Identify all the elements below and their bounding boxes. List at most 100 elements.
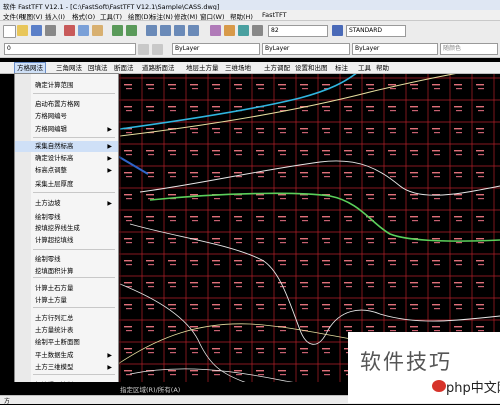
zoom-window-icon[interactable] <box>174 25 185 36</box>
menu-item[interactable]: FastTFT <box>262 11 287 19</box>
cut-icon[interactable] <box>64 25 75 36</box>
help-icon[interactable] <box>252 25 263 36</box>
elevation-mark <box>236 198 242 200</box>
app-menu-item[interactable]: 三角网法 <box>54 63 84 73</box>
menu-item[interactable]: 插入(I) <box>45 11 65 21</box>
elevation-mark <box>278 216 286 218</box>
elevation-mark <box>192 220 198 222</box>
color-select[interactable]: ByLayer <box>172 43 260 55</box>
app-menu-item[interactable]: 三维场地 <box>223 63 253 73</box>
tool-palette-icon[interactable] <box>238 25 249 36</box>
dropdown-item[interactable]: 土方边坡 ▶ <box>15 198 118 209</box>
app-menu-item[interactable]: 断面法 <box>112 63 136 73</box>
elevation-mark <box>148 242 154 244</box>
layer-previous-icon[interactable] <box>152 44 163 55</box>
dropdown-item[interactable]: 平土数据生成 ▶ <box>15 350 118 361</box>
dropdown-item[interactable]: 方格网编号 <box>15 111 118 122</box>
dropdown-item[interactable]: 绘制平土断面图 <box>15 337 118 348</box>
dropdown-item[interactable]: 绘制零线 <box>15 212 118 223</box>
app-menu-item[interactable]: 设置和出图 <box>293 63 330 73</box>
text-style-value: STANDARD <box>349 27 383 34</box>
paste-icon[interactable] <box>92 25 103 36</box>
app-menu-item[interactable]: 工具 <box>356 63 373 73</box>
new-file-icon[interactable] <box>3 25 16 38</box>
dim-style-select[interactable]: 82 <box>268 25 328 37</box>
menu-separator <box>33 277 115 278</box>
elevation-mark <box>388 282 396 284</box>
layer-select[interactable]: 0 <box>4 43 136 55</box>
undo-icon[interactable] <box>112 25 123 36</box>
app-menu-item[interactable]: 标注 <box>333 63 350 73</box>
app-menu-item[interactable]: 地层土方量 <box>184 63 221 73</box>
plotstyle-select[interactable]: 随颜色 <box>440 43 498 55</box>
elevation-mark <box>434 176 440 178</box>
menu-item[interactable]: 修改(M) <box>174 11 198 21</box>
zoom-icon[interactable] <box>160 25 171 36</box>
elevation-mark <box>236 264 242 266</box>
elevation-mark <box>192 88 198 90</box>
linetype-select[interactable]: ByLayer <box>262 43 350 55</box>
app-menu-item[interactable]: 帮助 <box>374 63 391 73</box>
text-style-select[interactable]: STANDARD <box>346 25 406 37</box>
elevation-mark <box>478 308 484 310</box>
grid-method-dropdown: 确定计算范围 启动布置方格网 方格网编号方格网编辑 ▶ 采集自然标高 ▶ 确定设计标高 ▶ 标高… <box>14 73 119 397</box>
dropdown-item[interactable]: 确定计算范围 <box>15 80 118 91</box>
menu-item[interactable]: 帮助(H) <box>230 11 253 21</box>
dropdown-item[interactable]: 方格网编辑 ▶ <box>15 124 118 135</box>
dropdown-item[interactable]: 计算土石方量 <box>15 283 118 294</box>
lineweight-select[interactable]: ByLayer <box>352 43 438 55</box>
app-menu-item[interactable]: 回填法 <box>86 63 110 73</box>
layer-manager-icon[interactable] <box>138 44 149 55</box>
elevation-mark <box>146 282 154 284</box>
elevation-mark <box>192 132 198 134</box>
dropdown-item[interactable]: 采集自然标高 ▶ <box>15 141 118 152</box>
menu-item[interactable]: 标注(N) <box>150 11 173 21</box>
elevation-mark <box>410 194 418 196</box>
dropdown-item-label: 土方三维模型 <box>35 363 74 371</box>
dropdown-item[interactable]: 按填挖界线生成 <box>15 223 118 234</box>
dropdown-item[interactable]: 挖填面积计算 <box>15 266 118 277</box>
elevation-mark <box>190 84 198 86</box>
elevation-mark <box>434 132 440 134</box>
dropdown-item[interactable]: 确定设计标高 ▶ <box>15 153 118 164</box>
open-folder-icon[interactable] <box>17 25 28 36</box>
dropdown-item[interactable]: 采集土层厚度 <box>15 179 118 190</box>
menu-item[interactable]: 工具(T) <box>100 11 122 21</box>
menu-item[interactable]: 窗口(W) <box>200 11 225 21</box>
dropdown-item[interactable]: 土方三维模型 ▶ <box>15 362 118 373</box>
elevation-mark <box>146 194 154 196</box>
elevation-mark <box>300 128 308 130</box>
elevation-mark <box>390 308 396 310</box>
app-menu-item[interactable]: 土方调配 <box>262 63 292 73</box>
dropdown-item[interactable]: 计算土方量 <box>15 295 118 306</box>
elevation-mark <box>410 216 418 218</box>
dropdown-item-label: 绘制零线 <box>35 255 61 263</box>
dropdown-item[interactable]: 计算超挖填线 <box>15 235 118 246</box>
dropdown-item[interactable]: 土方行列汇总 <box>15 313 118 324</box>
elevation-mark <box>192 352 198 354</box>
menu-item[interactable]: 绘图(D) <box>128 11 151 21</box>
save-icon[interactable] <box>31 25 42 36</box>
elevation-mark <box>126 330 132 332</box>
copy-icon[interactable] <box>78 25 89 36</box>
print-icon[interactable] <box>45 25 56 36</box>
elevation-mark <box>124 84 132 86</box>
properties-icon[interactable] <box>210 25 221 36</box>
dropdown-item[interactable]: 标高点调整 ▶ <box>15 165 118 176</box>
app-menu-item[interactable]: 道路断面法 <box>140 63 177 73</box>
menu-item[interactable]: 格式(O) <box>72 11 95 21</box>
dropdown-item[interactable]: 绘制零线 <box>15 254 118 265</box>
elevation-mark <box>278 84 286 86</box>
design-center-icon[interactable] <box>224 25 235 36</box>
elevation-mark <box>456 264 462 266</box>
redo-icon[interactable] <box>126 25 137 36</box>
elevation-mark <box>344 260 352 262</box>
zoom-previous-icon[interactable] <box>188 25 199 36</box>
elevation-mark <box>412 308 418 310</box>
elevation-mark <box>388 216 396 218</box>
dropdown-item[interactable]: 启动布置方格网 <box>15 99 118 110</box>
menu-item[interactable]: 视图(V) <box>20 11 43 21</box>
pan-icon[interactable] <box>146 25 157 36</box>
elevation-mark <box>476 326 484 328</box>
dropdown-item[interactable]: 土方量统计表 <box>15 325 118 336</box>
